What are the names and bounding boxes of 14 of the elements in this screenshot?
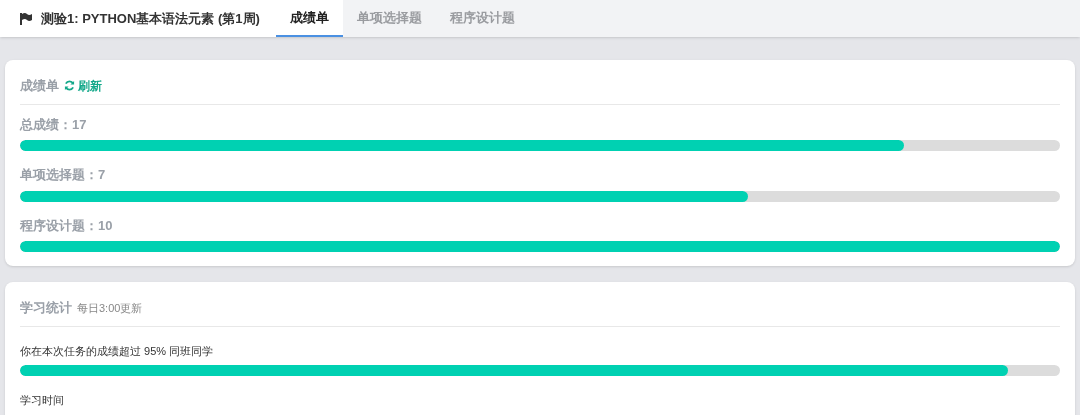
quiz-title: 测验1: PYTHON基本语法元素 (第1周): [41, 9, 260, 28]
score-label: 你在本次任务的成绩超过 95% 同班同学: [20, 343, 215, 359]
flag-icon: [20, 12, 33, 25]
score-label: 总成绩：17: [20, 115, 88, 134]
refresh-icon: [64, 80, 75, 92]
score-label: 程序设计题：10: [20, 216, 114, 235]
section-label: 学习时间: [20, 393, 65, 408]
update-note: 每日3:00更新: [77, 301, 143, 316]
tab[interactable]: 单项选择题: [342, 0, 436, 37]
refresh-button[interactable]: 刷新: [64, 76, 102, 95]
card-title: 学习统计: [20, 299, 72, 317]
tab[interactable]: 程序设计题: [435, 0, 529, 37]
card-title: 成绩单: [20, 77, 59, 95]
score-label: 单项选择题：7: [20, 166, 107, 184]
